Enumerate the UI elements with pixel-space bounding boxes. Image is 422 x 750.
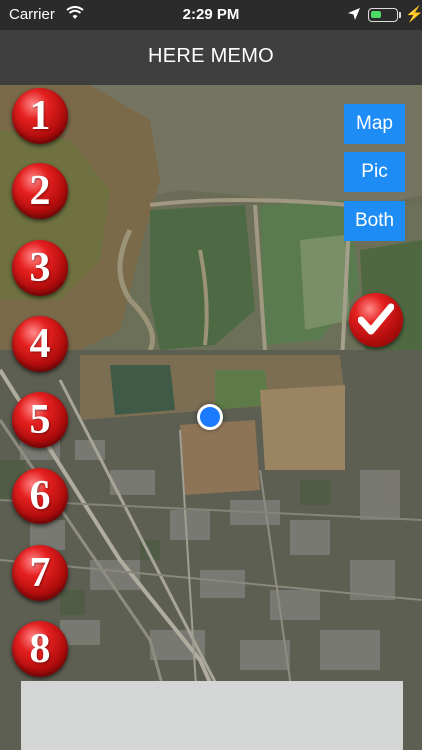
nav-title: HERE MEMO [147,45,275,67]
charging-bolt-icon: ⚡ [405,6,422,23]
navigation-bar: HERE MEMO [0,30,422,85]
memo-button-3[interactable]: 3 [12,240,68,296]
map-mode-button[interactable]: Map [344,104,405,144]
status-bar: Carrier 2:29 PM ⚡ [0,0,422,30]
battery-icon [368,8,398,22]
battery-cap [399,12,401,18]
memo-button-2[interactable]: 2 [12,163,68,219]
memo-button-7[interactable]: 7 [12,545,68,601]
checkmark-icon [358,303,394,335]
memo-button-5[interactable]: 5 [12,392,68,448]
app-screen: Carrier 2:29 PM ⚡ HERE MEMO 1 2 3 4 5 6 … [0,0,422,750]
battery-level [371,11,381,18]
both-mode-button[interactable]: Both [344,201,405,241]
memo-button-4[interactable]: 4 [12,316,68,372]
memo-button-8[interactable]: 8 [12,621,68,677]
bottom-banner-panel[interactable] [21,681,403,750]
memo-button-6[interactable]: 6 [12,468,68,524]
location-arrow-icon [348,7,360,24]
pic-mode-button[interactable]: Pic [344,152,405,192]
confirm-check-button[interactable] [349,293,403,347]
memo-button-1[interactable]: 1 [12,88,68,144]
user-location-dot [197,404,223,430]
